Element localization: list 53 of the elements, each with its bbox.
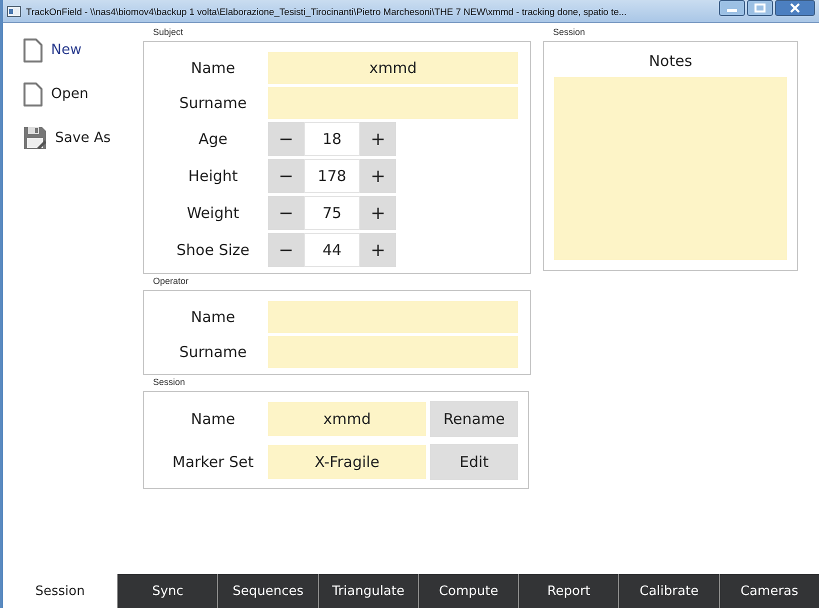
field-label: Marker Set	[171, 453, 255, 471]
sidebar-item[interactable]: Save As	[3, 123, 143, 153]
field-label: Weight	[186, 204, 240, 222]
document-icon	[23, 38, 43, 62]
field-label: Name	[190, 308, 236, 326]
tab[interactable]: Sync	[117, 574, 218, 608]
input-field[interactable]	[268, 301, 518, 333]
document-icon	[23, 82, 43, 106]
increment-button[interactable]: +	[360, 233, 396, 267]
tab[interactable]: Sequences	[217, 574, 318, 608]
minimize-icon[interactable]	[719, 0, 745, 16]
group-title: Session	[152, 377, 186, 389]
sidebar-item[interactable]: New	[3, 35, 143, 65]
tab[interactable]: Cameras	[718, 574, 819, 608]
field-label: Name	[190, 59, 236, 77]
number-field[interactable]: 18	[304, 122, 360, 156]
increment-button[interactable]: +	[360, 196, 396, 230]
decrement-button[interactable]: −	[268, 233, 304, 267]
action-button[interactable]: Rename	[430, 401, 518, 437]
number-field[interactable]: 75	[304, 196, 360, 230]
field-label: Age	[197, 130, 228, 148]
close-icon[interactable]	[775, 0, 815, 16]
notes-heading: Notes	[648, 52, 694, 72]
field-label: Shoe Size	[176, 241, 250, 259]
maximize-icon[interactable]	[747, 0, 773, 16]
window-title: TrackOnField - \\nas4\biomov4\backup 1 volta\Elaborazione_Tesisti_Tirocinanti\Pietro Marchesoni\THE 7 NEW\xmmd - tracking done, spatio te...	[26, 6, 628, 16]
field-label: Name	[190, 410, 236, 428]
field-label: Surname	[178, 94, 248, 112]
window-icon	[7, 6, 21, 16]
tab[interactable]: Triangulate	[318, 574, 418, 608]
group-title: Operator	[152, 276, 190, 288]
action-button[interactable]: Edit	[430, 444, 518, 480]
decrement-button[interactable]: −	[268, 196, 304, 230]
decrement-button[interactable]: −	[268, 159, 304, 193]
number-field[interactable]: 44	[304, 233, 360, 267]
tab[interactable]: Compute	[418, 574, 518, 608]
group-title: Subject	[152, 27, 184, 39]
decrement-button[interactable]: −	[268, 122, 304, 156]
input-field[interactable]: X-Fragile	[268, 445, 426, 479]
group-title: Session	[552, 27, 586, 39]
number-field[interactable]: 178	[304, 159, 360, 193]
input-field[interactable]: xmmd	[268, 402, 426, 436]
field-label: Surname	[178, 343, 248, 361]
tab[interactable]: Calibrate	[618, 574, 719, 608]
input-field[interactable]	[268, 87, 518, 119]
field-label: Height	[187, 167, 239, 185]
input-field[interactable]	[268, 336, 518, 368]
input-field[interactable]: xmmd	[268, 52, 518, 84]
increment-button[interactable]: +	[360, 122, 396, 156]
tab[interactable]: Report	[518, 574, 618, 608]
sidebar-item[interactable]: Open	[3, 79, 143, 109]
increment-button[interactable]: +	[360, 159, 396, 193]
notes-field[interactable]	[554, 77, 787, 260]
